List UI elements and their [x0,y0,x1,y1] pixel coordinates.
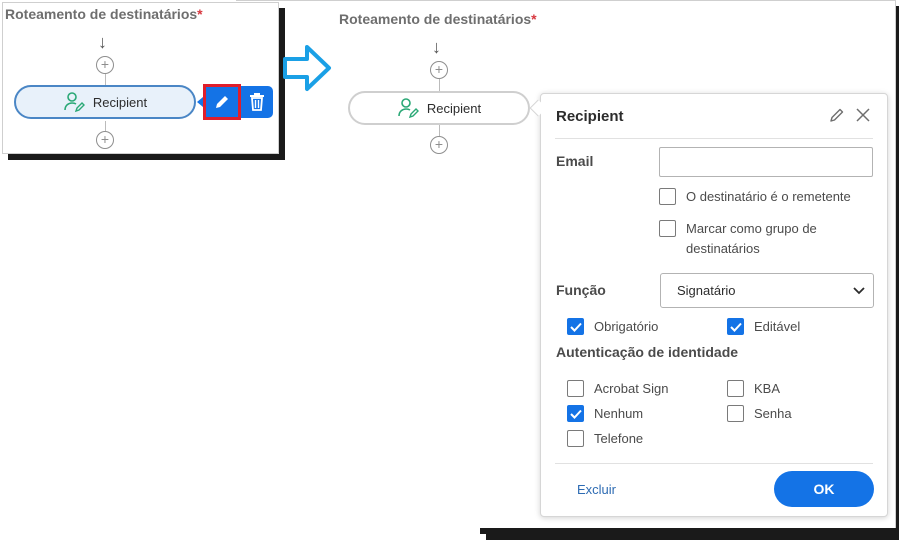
auth-checkbox[interactable] [727,405,744,422]
panel-title: Roteamento de destinatários* [5,6,203,22]
connector-line [105,121,106,131]
editable-checkbox-label: Editável [754,319,801,334]
pencil-icon [216,96,228,108]
auth-checkbox[interactable] [567,405,584,422]
add-step-bottom-icon[interactable]: + [96,131,114,149]
sender-checkbox[interactable] [659,188,676,205]
close-icon[interactable] [855,107,871,123]
auth-option-label: Acrobat Sign [594,381,669,396]
recipient-node[interactable]: Recipient [14,85,196,119]
required-mark: * [197,6,203,22]
delete-link[interactable]: Excluir [577,482,616,497]
auth-option-label: Nenhum [594,406,644,421]
divider [555,138,873,139]
role-select-value: Signatário [677,283,736,298]
recipient-node-label: Recipient [426,100,482,116]
divider [555,463,873,464]
auth-label: Autenticação de identidade [556,344,739,360]
panel-title-after: Roteamento de destinatários* [339,11,537,27]
user-edit-icon [64,92,85,113]
required-mark: * [531,11,537,27]
add-step-bottom-icon[interactable]: + [430,136,448,154]
user-edit-icon [398,98,419,119]
recipient-node[interactable]: Recipient [348,91,530,125]
auth-option-acrobat-sign[interactable]: Acrobat Sign [567,379,668,399]
check-icon [569,322,582,332]
sender-checkbox-row[interactable]: O destinatário é o remetente [659,187,851,207]
pencil-icon[interactable] [829,107,845,123]
ok-button[interactable]: OK [774,471,874,507]
panel-shadow [480,528,896,534]
auth-option-label: KBA [754,381,781,396]
role-label: Função [556,282,606,298]
required-checkbox[interactable] [567,318,584,335]
auth-option-kba[interactable]: KBA [727,379,780,399]
editable-checkbox-row[interactable]: Editável [727,317,800,337]
auth-option-label: Telefone [594,431,644,446]
group-checkbox-row[interactable]: Marcar como grupo de destinatários [659,219,817,259]
check-icon [729,322,742,332]
auth-checkbox[interactable] [567,430,584,447]
group-checkbox-label: Marcar como grupo de destinatários [686,221,817,256]
auth-option-label: Senha [754,406,792,421]
sender-checkbox-label: O destinatário é o remetente [686,189,851,204]
required-checkbox-row[interactable]: Obrigatório [567,317,658,337]
auth-option-telefone[interactable]: Telefone [567,429,643,449]
recipient-node-label: Recipient [92,94,148,110]
connector-line [439,125,440,136]
email-field[interactable] [659,147,873,177]
check-icon [569,409,582,419]
auth-option-nenhum[interactable]: Nenhum [567,404,643,424]
auth-checkbox[interactable] [727,380,744,397]
required-checkbox-label: Obrigatório [594,319,659,334]
email-label: Email [556,153,594,169]
role-select[interactable]: Signatário [660,273,874,308]
dialog-actions [829,107,871,123]
add-step-top-icon[interactable]: + [96,56,114,74]
add-step-top-icon[interactable]: + [430,61,448,79]
dialog-title: Recipient [556,108,624,125]
recipient-dialog: Recipient Email O destinatário é o remet… [540,93,888,517]
chevron-down-icon [853,286,865,294]
auth-checkbox[interactable] [567,380,584,397]
arrow-down-icon: ↓ [432,37,441,57]
arrow-down-icon: ↓ [98,32,107,52]
group-checkbox[interactable] [659,220,676,237]
editable-checkbox[interactable] [727,318,744,335]
auth-option-senha[interactable]: Senha [727,404,792,424]
